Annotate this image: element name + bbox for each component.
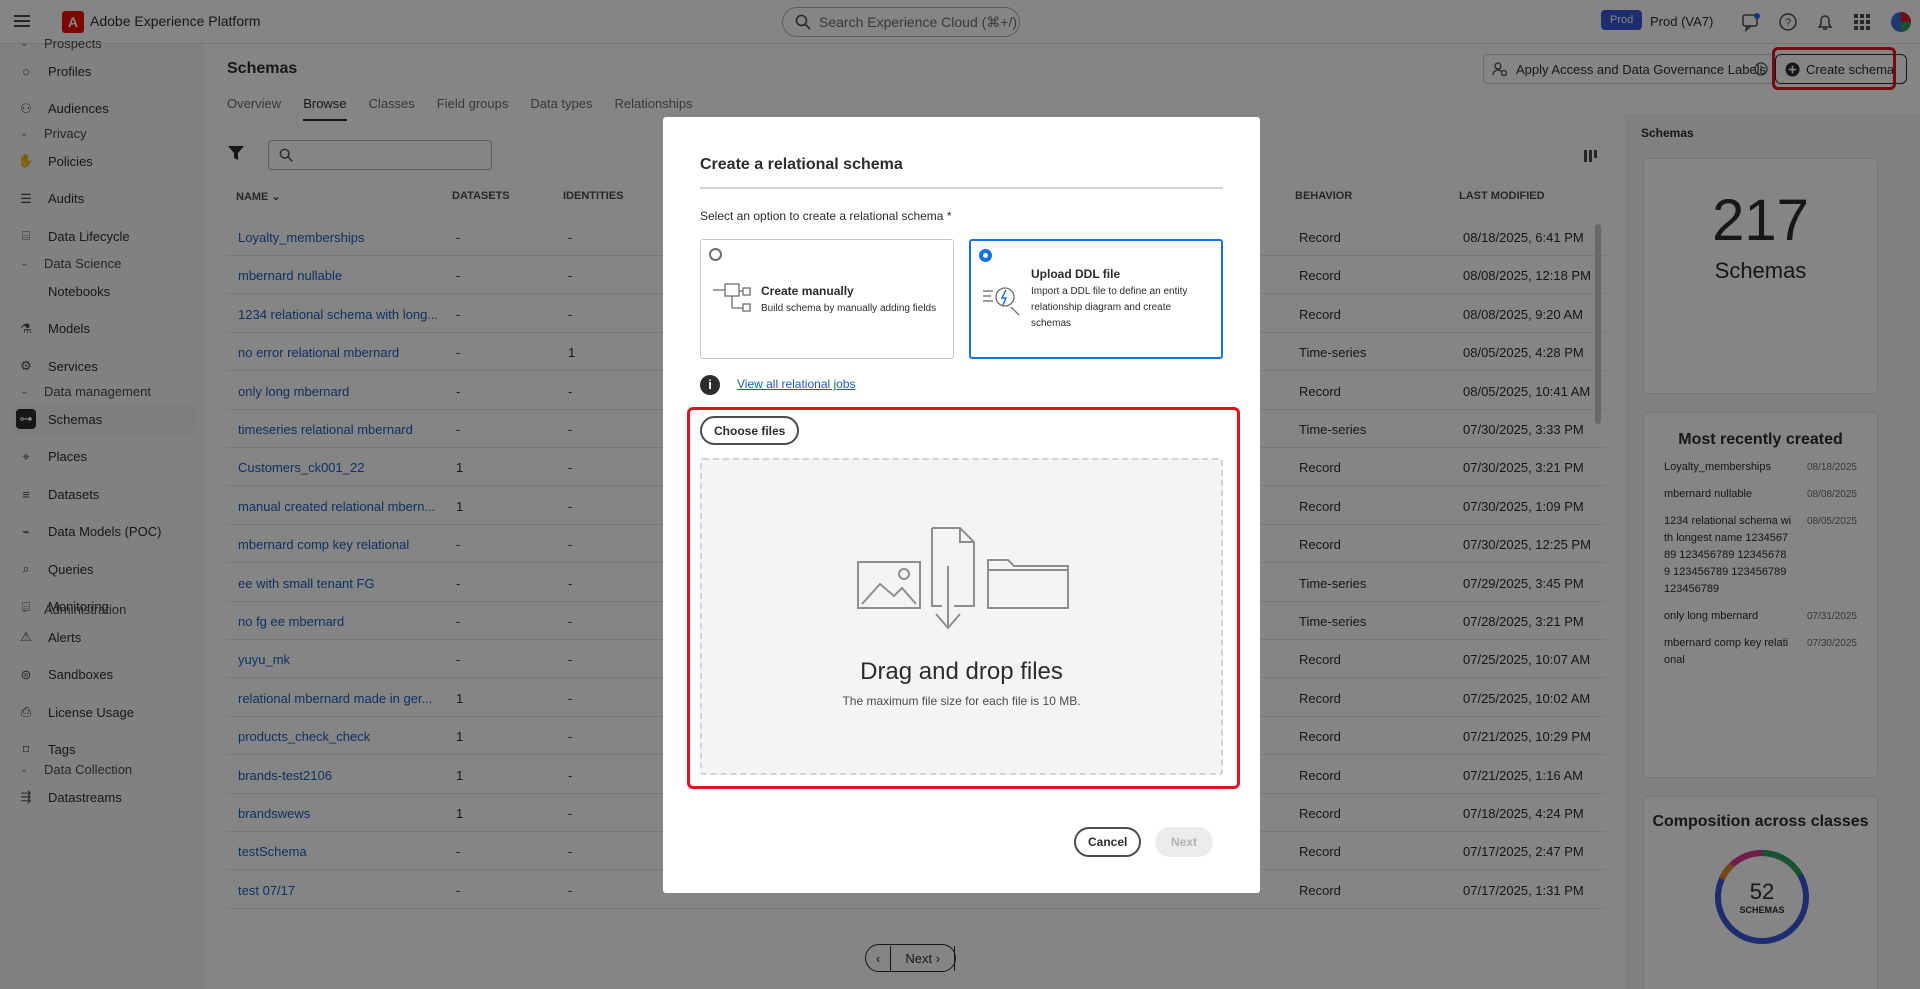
dialog-title: Create a relational schema bbox=[700, 156, 903, 173]
manual-schema-icon bbox=[713, 283, 751, 312]
info-icon: i bbox=[700, 375, 720, 395]
option-manual-title: Create manually bbox=[761, 284, 854, 298]
option-upload-ddl[interactable]: Upload DDL file Import a DDL file to def… bbox=[969, 239, 1223, 359]
upload-area-highlight bbox=[687, 407, 1240, 789]
radio-upload-ddl[interactable] bbox=[979, 249, 992, 262]
cancel-button[interactable]: Cancel bbox=[1074, 827, 1142, 857]
option-ddl-description: Import a DDL file to define an entity re… bbox=[1031, 286, 1188, 329]
upload-ddl-icon bbox=[983, 287, 1020, 316]
create-relational-schema-dialog: Create a relational schema Select an opt… bbox=[663, 117, 1260, 893]
view-relational-jobs-link[interactable]: View all relational jobs bbox=[737, 377, 856, 391]
required-marker: * bbox=[946, 209, 952, 223]
radio-create-manually[interactable] bbox=[709, 248, 722, 261]
dialog-divider bbox=[700, 187, 1223, 189]
dialog-subtitle: Select an option to create a relational … bbox=[700, 209, 952, 223]
option-manual-description: Build schema by manually adding fields bbox=[761, 303, 937, 314]
next-button[interactable]: Next bbox=[1155, 827, 1214, 857]
option-ddl-title: Upload DDL file bbox=[1031, 267, 1121, 281]
option-create-manually[interactable]: Create manually Build schema by manually… bbox=[700, 239, 954, 359]
